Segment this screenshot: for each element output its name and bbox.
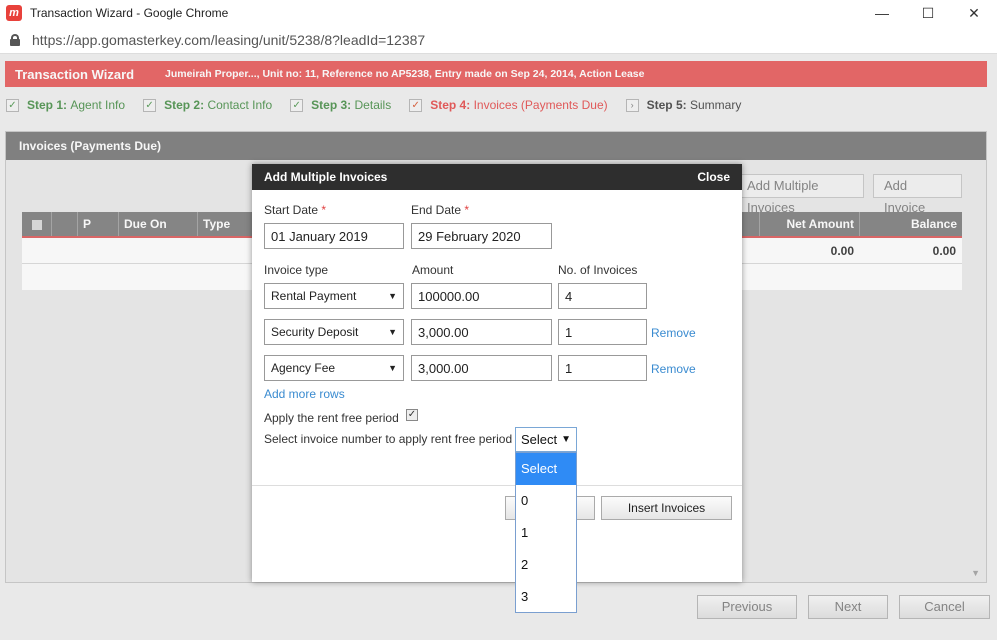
dialog-title: Add Multiple Invoices <box>264 170 388 184</box>
rent-free-checkbox[interactable]: ✓ <box>406 409 418 421</box>
invoice-type-select[interactable]: Security Deposit ▼ <box>264 319 404 345</box>
rent-free-select-label: Select invoice number to apply rent free… <box>264 432 513 446</box>
rent-free-dropdown-list: Select 0 1 2 3 <box>515 452 577 613</box>
maximize-icon[interactable]: ☐ <box>905 0 951 26</box>
add-more-rows-link[interactable]: Add more rows <box>264 387 345 401</box>
app-logo-icon: m <box>6 5 22 21</box>
amount-input[interactable] <box>411 283 552 309</box>
title-bar: m Transaction Wizard - Google Chrome — ☐… <box>0 0 997 26</box>
dropdown-option[interactable]: 2 <box>516 549 576 581</box>
add-multiple-invoices-dialog: Add Multiple Invoices Close Start Date *… <box>252 164 742 582</box>
dialog-close-button[interactable]: Close <box>697 170 730 184</box>
amount-input[interactable] <box>411 355 552 381</box>
dropdown-arrow-icon: ▼ <box>388 363 397 373</box>
dropdown-arrow-icon: ▼ <box>388 327 397 337</box>
dropdown-option[interactable]: Select <box>516 453 576 485</box>
dropdown-option[interactable]: 1 <box>516 517 576 549</box>
amount-input[interactable] <box>411 319 552 345</box>
end-date-label: End Date * <box>411 203 470 217</box>
rent-free-label: Apply the rent free period <box>264 411 399 425</box>
invoice-count-input[interactable] <box>558 283 647 309</box>
lock-icon <box>10 33 20 46</box>
start-date-input[interactable] <box>264 223 404 249</box>
dialog-header: Add Multiple Invoices Close <box>252 164 742 190</box>
dropdown-arrow-icon: ▼ <box>388 291 397 301</box>
invoice-count-input[interactable] <box>558 355 647 381</box>
invoice-type-select[interactable]: Rental Payment ▼ <box>264 283 404 309</box>
close-window-icon[interactable]: ✕ <box>951 0 997 26</box>
invoice-count-label: No. of Invoices <box>558 263 638 277</box>
url-text[interactable]: https://app.gomasterkey.com/leasing/unit… <box>32 32 425 48</box>
start-date-label: Start Date * <box>264 203 327 217</box>
invoice-type-select[interactable]: Agency Fee ▼ <box>264 355 404 381</box>
remove-row-link[interactable]: Remove <box>651 362 696 376</box>
remove-row-link[interactable]: Remove <box>651 326 696 340</box>
window-title: Transaction Wizard - Google Chrome <box>30 6 229 20</box>
address-bar[interactable]: https://app.gomasterkey.com/leasing/unit… <box>0 26 997 54</box>
invoice-count-input[interactable] <box>558 319 647 345</box>
window-controls: — ☐ ✕ <box>859 0 997 26</box>
insert-invoices-button[interactable]: Insert Invoices <box>601 496 732 520</box>
page: Transaction Wizard Jumeirah Proper..., U… <box>0 54 997 640</box>
rent-free-invoice-select[interactable]: Select ▼ <box>515 427 577 452</box>
dropdown-option[interactable]: 3 <box>516 581 576 613</box>
dropdown-option[interactable]: 0 <box>516 485 576 517</box>
dropdown-arrow-icon: ▼ <box>561 434 571 445</box>
end-date-input[interactable] <box>411 223 552 249</box>
minimize-icon[interactable]: — <box>859 0 905 26</box>
dialog-divider <box>252 485 742 486</box>
amount-label: Amount <box>412 263 454 277</box>
invoice-type-label: Invoice type <box>264 263 329 277</box>
